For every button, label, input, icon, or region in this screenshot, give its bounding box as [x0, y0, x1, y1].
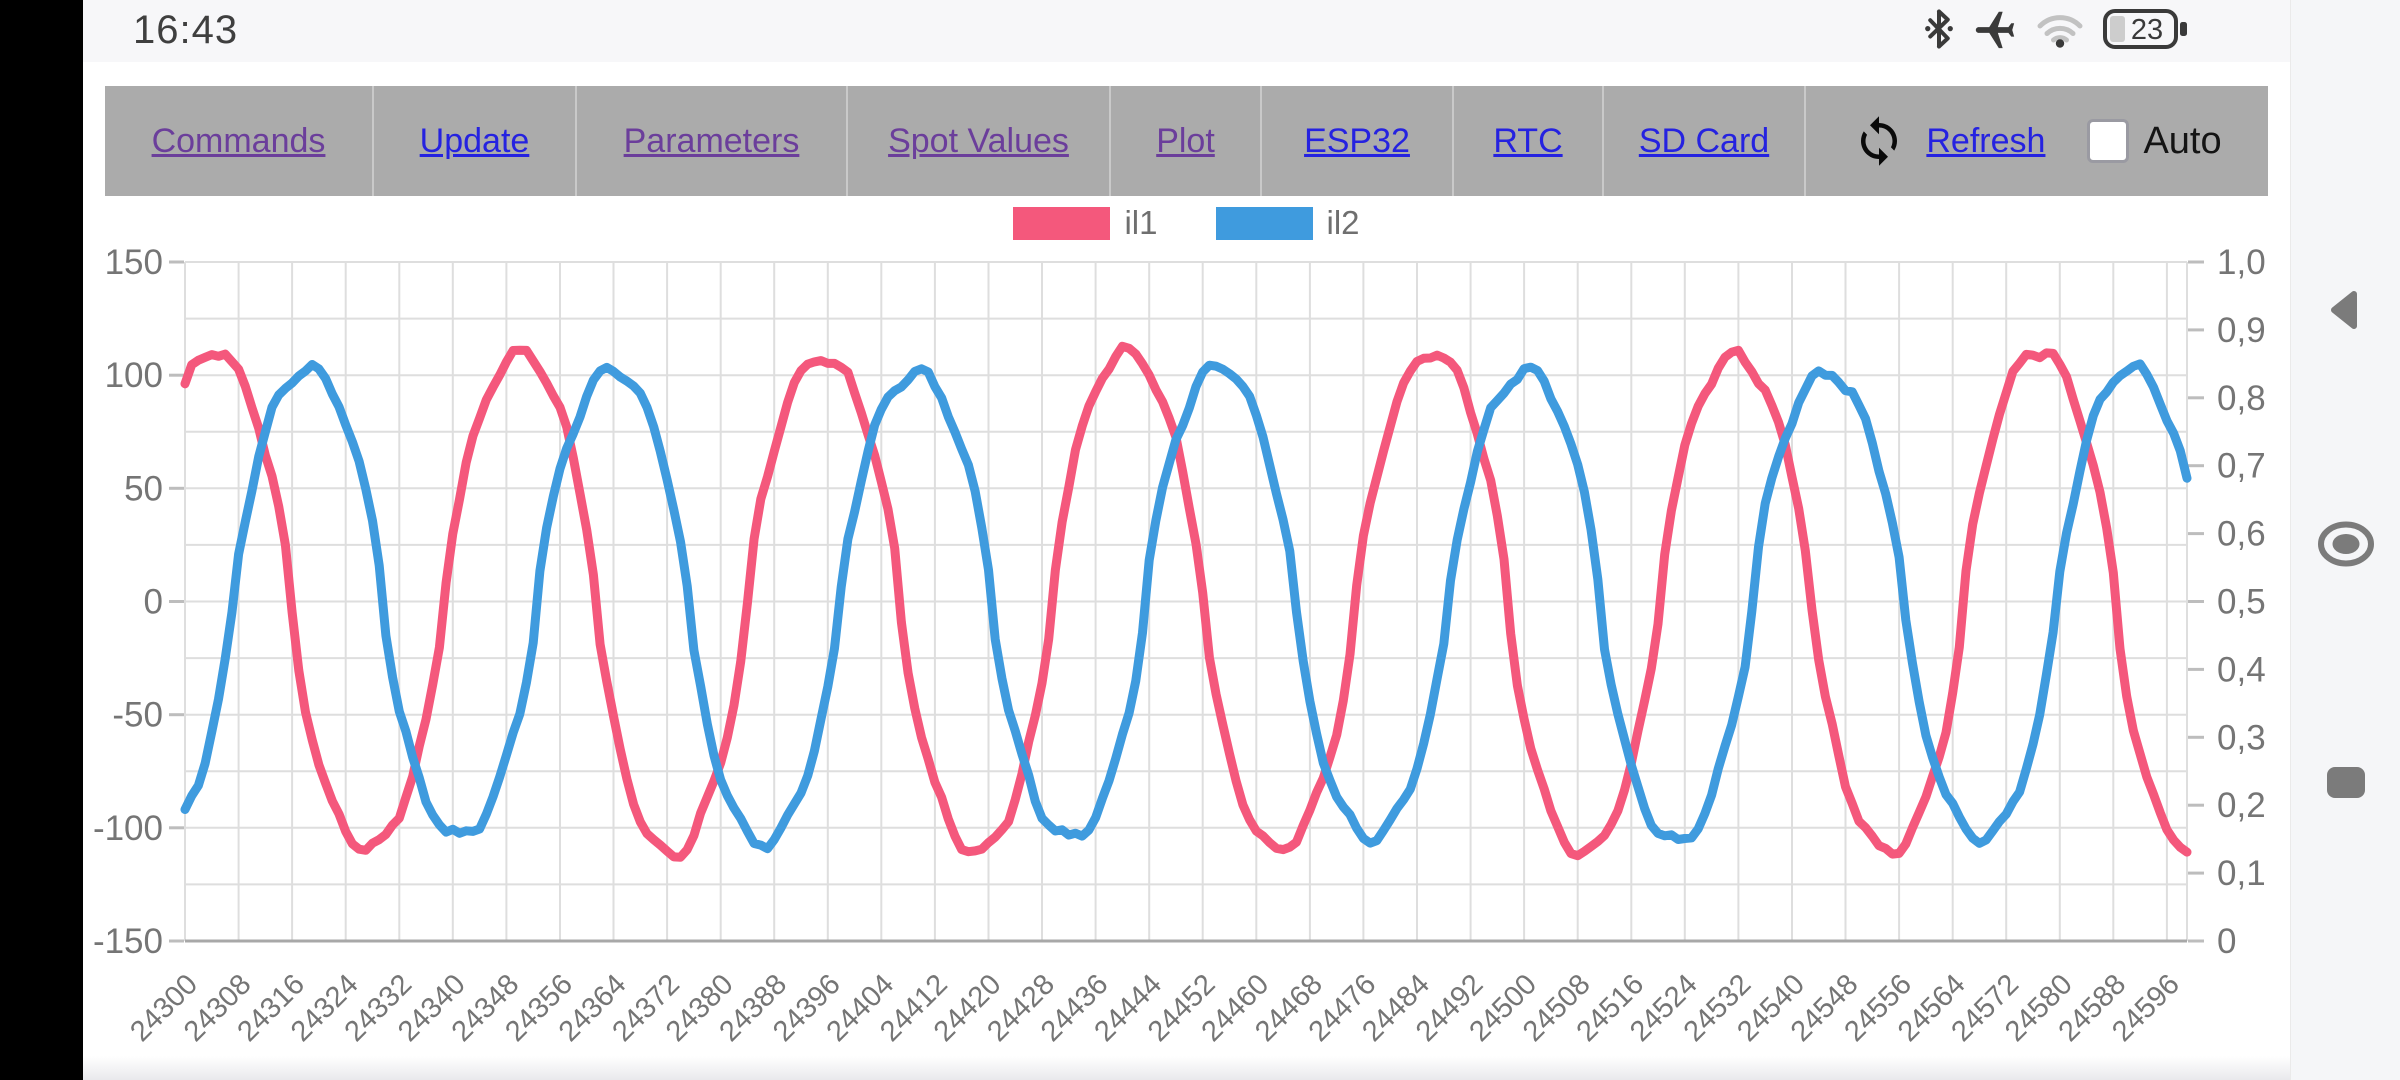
- airplane-mode-icon: [1972, 6, 2018, 57]
- toolbar-cell-sd-card: SD Card: [1604, 86, 1806, 196]
- battery-icon: 23: [2102, 6, 2190, 57]
- waveform-chart: 150 100 50 0 -50 -100 -150 1,0 0,9 0,8 0,7 0,6 0,5 0,…: [93, 243, 2266, 1048]
- toolbar-cell-parameters: Parameters: [577, 86, 848, 196]
- camera-notch-strip: [0, 0, 83, 1080]
- bluetooth-icon: [1924, 8, 1954, 55]
- y-right-tick-label: 1,0: [2217, 243, 2266, 282]
- browser-content: 16:43 23 Commands Update Parameters Spot…: [83, 0, 2290, 1080]
- refresh-link[interactable]: Refresh: [1926, 122, 2045, 161]
- clock: 16:43: [133, 8, 239, 52]
- toolbar-link-plot[interactable]: Plot: [1156, 122, 1215, 161]
- wifi-icon: [2036, 10, 2084, 53]
- toolbar-link-esp32[interactable]: ESP32: [1304, 122, 1410, 161]
- bottom-fade: [83, 1056, 2290, 1080]
- toolbar-cell-rtc: RTC: [1454, 86, 1604, 196]
- y-right-tick-label: 0,2: [2217, 786, 2266, 825]
- y-right-tick-label: 0,5: [2217, 583, 2266, 622]
- y-left-tick-label: -150: [93, 922, 163, 961]
- legend-swatch-il1: [1013, 206, 1111, 240]
- toolbar-cell-spot-values: Spot Values: [848, 86, 1111, 196]
- y-left-tick-label: 50: [124, 469, 163, 508]
- y-right-tick-label: 0,6: [2217, 515, 2266, 554]
- y-left-tick-label: -100: [93, 809, 163, 848]
- toolbar-link-update[interactable]: Update: [420, 122, 530, 161]
- y-right-tick-label: 0,1: [2217, 854, 2266, 893]
- y-right-tick-label: 0: [2217, 922, 2236, 961]
- toolbar-cell-esp32: ESP32: [1262, 86, 1454, 196]
- y-left-tick-label: 100: [105, 356, 163, 395]
- toolbar-cell-refresh: Refresh Auto: [1806, 86, 2268, 196]
- y-right-tick-label: 0,3: [2217, 718, 2266, 757]
- status-bar: 16:43 23: [83, 0, 2290, 62]
- toolbar-link-parameters[interactable]: Parameters: [624, 122, 800, 161]
- auto-checkbox-label: Auto: [2143, 119, 2222, 162]
- y-right-tick-label: 0,4: [2217, 650, 2266, 689]
- y-right-tick-label: 0,8: [2217, 379, 2266, 418]
- status-icons: 23: [1924, 6, 2190, 56]
- toolbar-link-commands[interactable]: Commands: [152, 122, 326, 161]
- phone-screen: 16:43 23 Commands Update Parameters Spot…: [0, 0, 2400, 1080]
- android-home-button[interactable]: [2317, 520, 2375, 568]
- y-right-tick-label: 0,7: [2217, 447, 2266, 486]
- y-left-tick-label: 150: [105, 243, 163, 282]
- series-line-il2: [180, 359, 2192, 854]
- android-navigation-bar: [2290, 0, 2400, 1080]
- y-left-tick-label: 0: [144, 583, 163, 622]
- refresh-icon[interactable]: [1852, 114, 1906, 168]
- chart-legend: il1 il2: [83, 204, 2290, 242]
- toolbar-link-sd-card[interactable]: SD Card: [1639, 122, 1769, 161]
- toolbar-cell-update: Update: [374, 86, 577, 196]
- y-right-tick-label: 0,9: [2217, 311, 2266, 350]
- legend-swatch-il2: [1215, 206, 1313, 240]
- android-back-button[interactable]: [2323, 287, 2369, 333]
- toolbar-cell-plot: Plot: [1111, 86, 1262, 196]
- chart-area: 150 100 50 0 -50 -100 -150 1,0 0,9 0,8 0,7 0,6 0,5 0,…: [83, 196, 2290, 1080]
- y-left-tick-label: -50: [112, 696, 163, 735]
- auto-checkbox[interactable]: [2087, 119, 2130, 163]
- android-recents-button[interactable]: [2323, 763, 2369, 803]
- battery-percent: 23: [2131, 14, 2163, 46]
- toolbar-link-spot-values[interactable]: Spot Values: [888, 122, 1069, 161]
- toolbar-cell-commands: Commands: [105, 86, 374, 196]
- toolbar: Commands Update Parameters Spot Values Plot E…: [105, 86, 2268, 196]
- legend-label-il2: il2: [1326, 204, 1360, 241]
- toolbar-link-rtc[interactable]: RTC: [1493, 122, 1562, 161]
- legend-label-il1: il1: [1124, 204, 1158, 241]
